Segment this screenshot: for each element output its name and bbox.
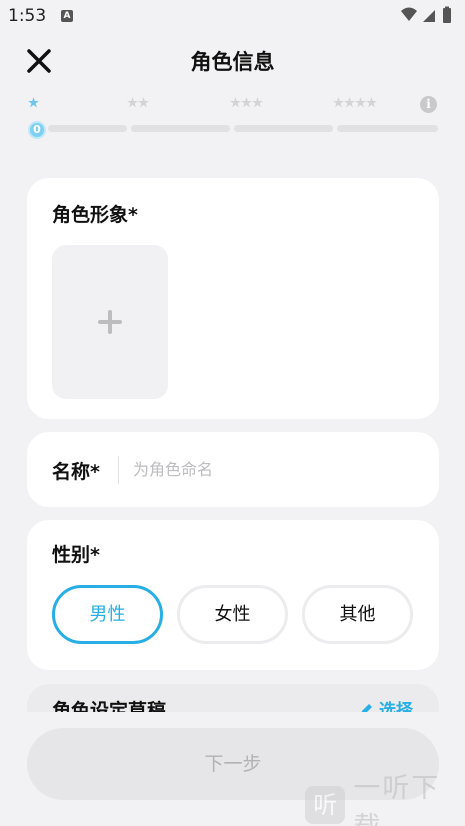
- gender-option-female[interactable]: 女性: [177, 585, 288, 644]
- notification-icon: A: [61, 10, 73, 22]
- draft-select-label: 选择: [379, 701, 413, 712]
- draft-title: 角色设定草稿: [52, 700, 167, 712]
- progress-segment-2: [131, 125, 230, 132]
- name-input[interactable]: [133, 454, 413, 484]
- name-label: 名称*: [52, 461, 100, 483]
- wifi-icon: [401, 7, 417, 21]
- draft-card: 角色设定草稿 选择: [27, 684, 439, 712]
- name-card: 名称*: [27, 432, 439, 507]
- stage-3-stars-icon: [230, 97, 263, 111]
- plus-icon-vertical: [108, 310, 112, 334]
- header: 角色信息: [0, 36, 465, 84]
- status-bar: 1:53 A: [0, 0, 465, 32]
- gender-option-other[interactable]: 其他: [302, 585, 413, 644]
- watermark-logo: 听: [305, 786, 346, 824]
- gender-card: 性别* 男性 女性 其他: [27, 520, 439, 670]
- appearance-title: 角色形象*: [52, 204, 138, 226]
- watermark: 听 一听下载: [305, 773, 465, 826]
- status-time: 1:53: [8, 6, 47, 26]
- pencil-icon: [361, 704, 373, 712]
- progress-segment-4: [337, 125, 438, 132]
- progress-segment-1: [48, 125, 127, 132]
- info-icon[interactable]: i: [420, 96, 437, 113]
- progress-level-badge: 0: [28, 121, 46, 139]
- signal-battery-icons: [401, 6, 451, 23]
- name-divider: [118, 456, 119, 484]
- stage-4-stars-icon: [333, 97, 377, 111]
- draft-select-button[interactable]: 选择: [359, 696, 413, 712]
- draft-card-viewport: 角色设定草稿 选择: [27, 684, 439, 712]
- stage-1-stars-icon: [28, 97, 39, 111]
- gender-option-male[interactable]: 男性: [52, 585, 163, 644]
- avatar-upload-button[interactable]: [52, 245, 168, 399]
- stage-2-stars-icon: [127, 97, 149, 111]
- gender-title: 性别*: [52, 544, 100, 566]
- battery-icon: [443, 8, 451, 23]
- page-title: 角色信息: [190, 50, 275, 74]
- appearance-card: 角色形象*: [27, 178, 439, 419]
- cell-signal-icon: [423, 10, 435, 22]
- progress-segment-3: [234, 125, 333, 132]
- watermark-text: 一听下载: [353, 773, 441, 826]
